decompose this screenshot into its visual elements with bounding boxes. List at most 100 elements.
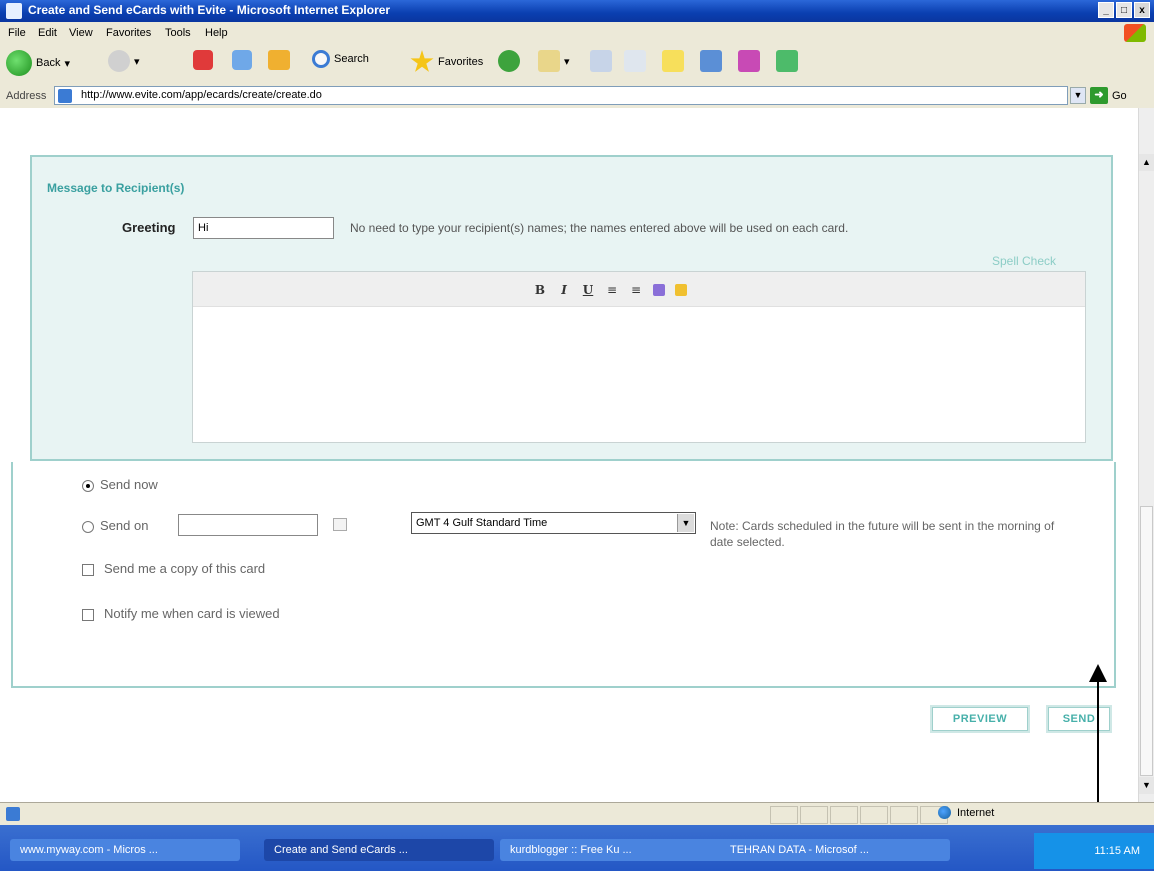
smiley-icon[interactable] xyxy=(675,284,687,296)
menu-favorites[interactable]: Favorites xyxy=(106,27,151,39)
menu-bar: File Edit View Favorites Tools Help xyxy=(0,22,1154,45)
taskbar-item[interactable]: Create and Send eCards ... xyxy=(264,839,494,861)
address-dropdown-button[interactable]: ▼ xyxy=(1070,87,1086,104)
section-title: Message to Recipient(s) xyxy=(47,181,185,195)
edit-button[interactable] xyxy=(624,50,646,72)
status-bar: Internet xyxy=(0,802,1154,826)
mail-icon xyxy=(538,50,560,72)
underline-button[interactable]: U xyxy=(581,283,595,297)
media-button[interactable] xyxy=(498,50,520,72)
page-status-icon xyxy=(6,807,20,821)
chevron-down-icon: ▾ xyxy=(64,57,70,70)
align-left-button[interactable]: ≡ xyxy=(605,283,619,297)
ie-icon xyxy=(6,3,22,19)
scroll-down-icon[interactable]: ▼ xyxy=(1139,777,1154,794)
preview-button[interactable]: PREVIEW xyxy=(930,705,1030,733)
message-editor: B I U ≡ ≡ xyxy=(192,271,1086,443)
spell-check-link[interactable]: Spell Check xyxy=(992,254,1056,268)
send-now-radio[interactable] xyxy=(82,479,94,492)
globe-icon xyxy=(938,806,951,819)
back-button[interactable]: Back ▾ xyxy=(6,50,70,76)
send-on-option[interactable]: Send on xyxy=(82,518,148,533)
align-center-button[interactable]: ≡ xyxy=(629,283,643,297)
send-now-option[interactable]: Send now xyxy=(82,477,158,492)
search-button[interactable]: Search xyxy=(312,50,369,68)
favorites-button[interactable]: Favorites xyxy=(410,50,483,74)
window-titlebar: Create and Send eCards with Evite - Micr… xyxy=(0,0,1154,22)
chevron-down-icon: ▼ xyxy=(677,514,694,532)
send-on-radio[interactable] xyxy=(82,520,94,533)
menu-view[interactable]: View xyxy=(69,27,93,39)
buddies-button[interactable] xyxy=(776,50,798,72)
send-on-label: Send on xyxy=(100,518,149,533)
status-panel xyxy=(830,806,858,824)
research-button[interactable] xyxy=(700,50,722,72)
star-icon xyxy=(410,50,434,72)
taskbar: www.myway.com - Micros ... Create and Se… xyxy=(0,825,1154,871)
go-label: Go xyxy=(1112,89,1127,102)
menu-tools[interactable]: Tools xyxy=(165,27,191,39)
annotation-arrow-line xyxy=(1097,678,1099,818)
maximize-button[interactable]: □ xyxy=(1116,2,1132,18)
search-icon xyxy=(312,50,330,68)
zone-label: Internet xyxy=(957,806,995,819)
address-bar: Address http://www.evite.com/app/ecards/… xyxy=(0,84,1154,109)
security-zone: Internet xyxy=(938,806,994,819)
buddies-icon xyxy=(776,50,798,72)
go-button[interactable]: ➜ Go xyxy=(1090,87,1127,104)
address-input[interactable]: http://www.evite.com/app/ecards/create/c… xyxy=(54,86,1068,105)
status-panels xyxy=(770,806,948,824)
refresh-icon xyxy=(232,50,252,70)
page-icon xyxy=(58,89,72,103)
page-content: Message to Recipient(s) Greeting No need… xyxy=(0,108,1138,802)
editor-toolbar: B I U ≡ ≡ xyxy=(193,272,1085,307)
calendar-icon[interactable] xyxy=(333,518,347,531)
close-button[interactable]: x xyxy=(1134,2,1150,18)
print-button[interactable] xyxy=(590,50,612,72)
status-panel xyxy=(890,806,918,824)
search-label: Search xyxy=(334,53,369,65)
message-textarea[interactable] xyxy=(193,306,1085,442)
window-title: Create and Send eCards with Evite - Micr… xyxy=(28,3,391,17)
stop-button[interactable] xyxy=(193,50,213,70)
go-arrow-icon: ➜ xyxy=(1090,87,1108,104)
status-panel xyxy=(860,806,888,824)
copy-label: Send me a copy of this card xyxy=(104,561,266,576)
timezone-value: GMT 4 Gulf Standard Time xyxy=(416,517,548,529)
annotation-arrow-icon xyxy=(1089,664,1107,682)
mail-button[interactable]: ▾ xyxy=(538,50,570,72)
minimize-button[interactable]: _ xyxy=(1098,2,1114,18)
scroll-up-icon[interactable]: ▲ xyxy=(1139,154,1154,171)
notify-checkbox[interactable] xyxy=(82,608,94,621)
send-button[interactable]: SEND xyxy=(1046,705,1112,733)
send-now-label: Send now xyxy=(100,477,158,492)
menu-edit[interactable]: Edit xyxy=(38,27,57,39)
vertical-scrollbar[interactable]: ▲ ▼ xyxy=(1138,108,1154,802)
menu-file[interactable]: File xyxy=(8,27,26,39)
copy-checkbox[interactable] xyxy=(82,563,94,576)
notes-button[interactable] xyxy=(662,50,684,72)
menu-help[interactable]: Help xyxy=(205,27,228,39)
bold-button[interactable]: B xyxy=(533,283,547,297)
greeting-input[interactable] xyxy=(193,217,334,239)
taskbar-item[interactable]: www.myway.com - Micros ... xyxy=(10,839,240,861)
favorites-label: Favorites xyxy=(438,56,484,68)
notify-option[interactable]: Notify me when card is viewed xyxy=(82,606,280,621)
taskbar-item[interactable]: kurdblogger :: Free Ku ... xyxy=(500,839,730,861)
system-tray-clock: 11:15 AM xyxy=(1034,833,1154,869)
home-icon xyxy=(268,50,290,70)
send-date-input[interactable] xyxy=(178,514,318,536)
forward-button[interactable]: ▾ xyxy=(108,50,140,72)
home-button[interactable] xyxy=(268,50,290,70)
scroll-thumb[interactable] xyxy=(1140,506,1153,776)
italic-button[interactable]: I xyxy=(557,283,571,297)
copy-option[interactable]: Send me a copy of this card xyxy=(82,561,265,576)
taskbar-item[interactable]: TEHRAN DATA - Microsof ... xyxy=(720,839,950,861)
back-arrow-icon xyxy=(6,50,32,76)
browser-toolbar: Back ▾ ▾ Search Favorites ▾ xyxy=(0,44,1154,85)
timezone-select[interactable]: GMT 4 Gulf Standard Time ▼ xyxy=(411,512,696,534)
messenger-button[interactable] xyxy=(738,50,760,72)
text-color-icon[interactable] xyxy=(653,284,665,296)
refresh-button[interactable] xyxy=(232,50,252,70)
chevron-down-icon: ▾ xyxy=(564,55,570,68)
